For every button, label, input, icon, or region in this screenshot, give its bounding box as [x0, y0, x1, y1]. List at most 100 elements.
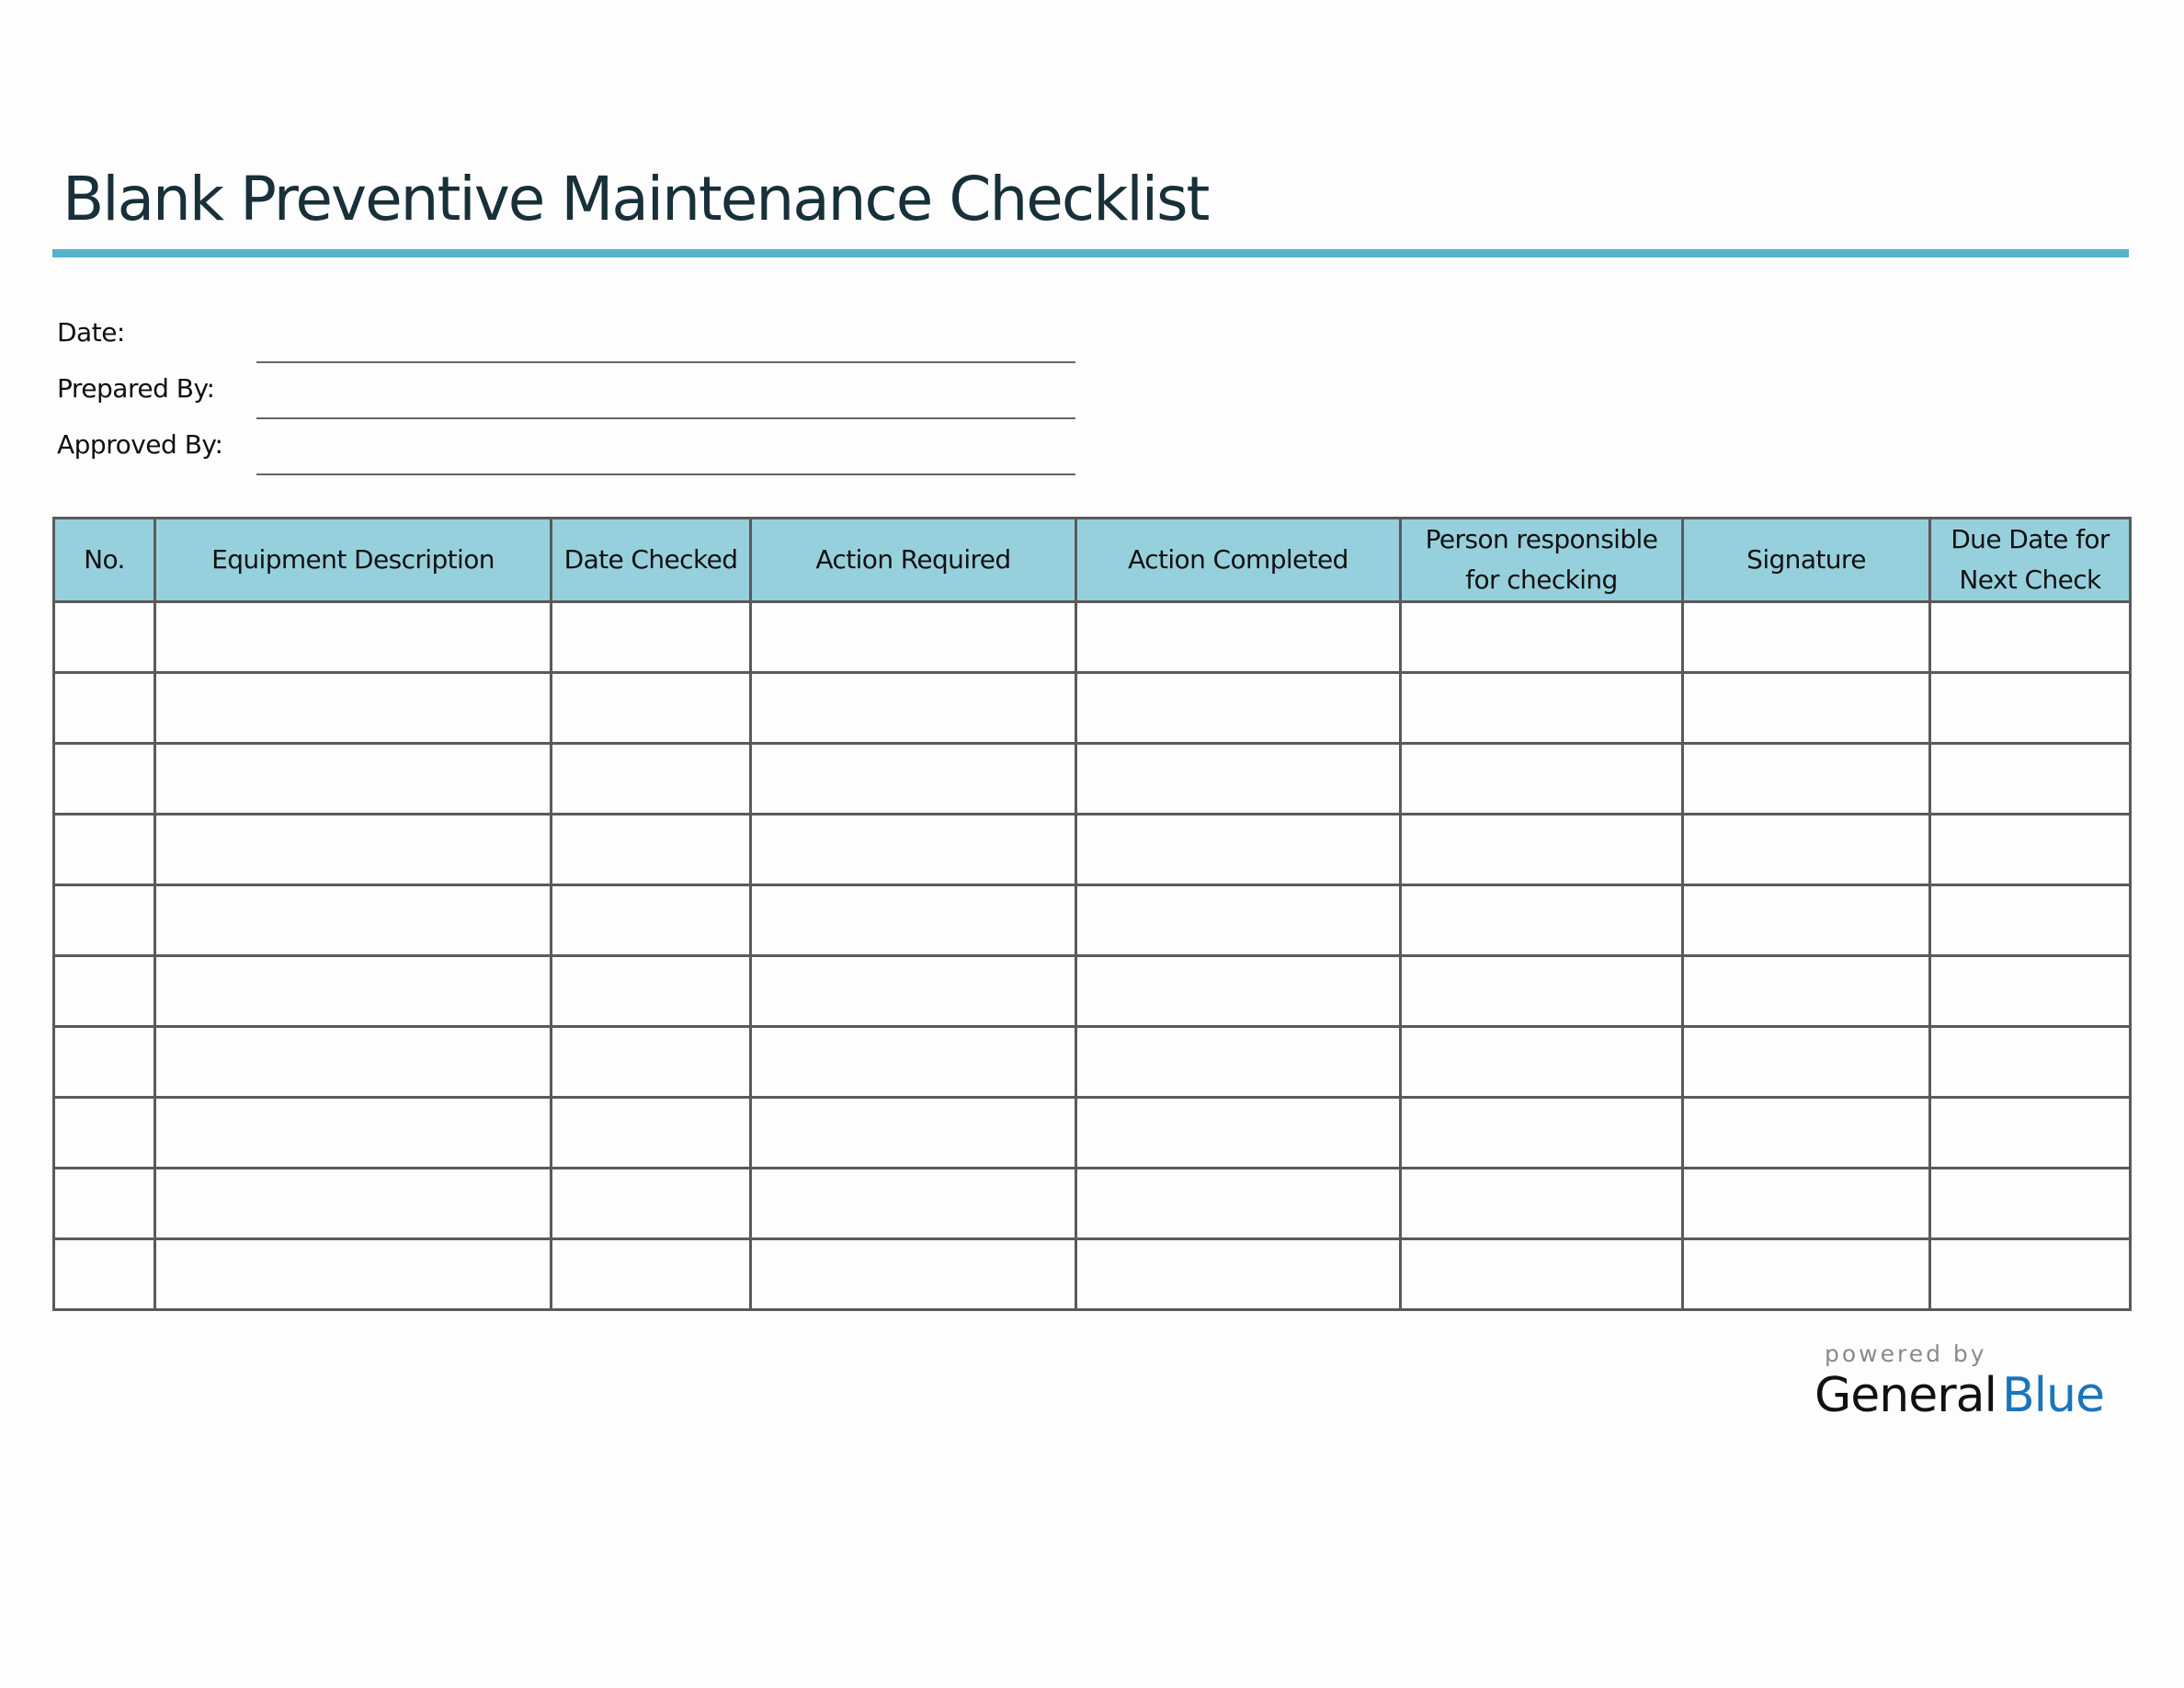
cell-action-required[interactable]	[749, 671, 1077, 745]
cell-date-checked[interactable]	[550, 954, 752, 1028]
cell-person-responsible[interactable]	[1399, 954, 1684, 1028]
cell-action-completed[interactable]	[1075, 1167, 1402, 1240]
cell-signature[interactable]	[1681, 671, 1931, 745]
cell-person-responsible[interactable]	[1399, 813, 1684, 886]
cell-equipment-description[interactable]	[154, 742, 552, 815]
checklist-table: No. Equipment Description Date Checked A…	[52, 517, 2132, 1311]
cell-action-required[interactable]	[749, 884, 1077, 957]
cell-due-date[interactable]	[1928, 600, 2132, 674]
cell-signature[interactable]	[1681, 742, 1931, 815]
table-row	[52, 600, 2132, 674]
cell-person-responsible[interactable]	[1399, 1167, 1684, 1240]
cell-action-completed[interactable]	[1075, 671, 1402, 745]
date-label: Date:	[57, 317, 125, 348]
cell-date-checked[interactable]	[550, 1096, 752, 1169]
cell-action-completed[interactable]	[1075, 954, 1402, 1028]
cell-signature[interactable]	[1681, 813, 1931, 886]
cell-date-checked[interactable]	[550, 742, 752, 815]
cell-signature[interactable]	[1681, 1167, 1931, 1240]
cell-date-checked[interactable]	[550, 1025, 752, 1099]
cell-date-checked[interactable]	[550, 1237, 752, 1311]
cell-no[interactable]	[52, 813, 156, 886]
cell-equipment-description[interactable]	[154, 954, 552, 1028]
table-row	[52, 1167, 2132, 1240]
cell-equipment-description[interactable]	[154, 1025, 552, 1099]
cell-action-required[interactable]	[749, 600, 1077, 674]
cell-action-completed[interactable]	[1075, 1237, 1402, 1311]
cell-person-responsible[interactable]	[1399, 1025, 1684, 1099]
cell-date-checked[interactable]	[550, 600, 752, 674]
cell-date-checked[interactable]	[550, 1167, 752, 1240]
table-row	[52, 742, 2132, 815]
cell-no[interactable]	[52, 1096, 156, 1169]
prepared-by-label: Prepared By:	[57, 373, 215, 404]
cell-no[interactable]	[52, 1025, 156, 1099]
cell-action-completed[interactable]	[1075, 1096, 1402, 1169]
header-due-date: Due Date for Next Check	[1928, 517, 2132, 603]
table-row	[52, 813, 2132, 886]
cell-signature[interactable]	[1681, 954, 1931, 1028]
cell-equipment-description[interactable]	[154, 1167, 552, 1240]
cell-action-required[interactable]	[749, 1025, 1077, 1099]
cell-due-date[interactable]	[1928, 742, 2132, 815]
header-equipment-description: Equipment Description	[154, 517, 552, 603]
page-title: Blank Preventive Maintenance Checklist	[63, 164, 1210, 234]
table-row	[52, 954, 2132, 1028]
cell-no[interactable]	[52, 742, 156, 815]
approved-by-field[interactable]	[256, 473, 1075, 475]
cell-no[interactable]	[52, 600, 156, 674]
brand-general: General	[1814, 1368, 1997, 1423]
cell-signature[interactable]	[1681, 600, 1931, 674]
cell-no[interactable]	[52, 1237, 156, 1311]
cell-equipment-description[interactable]	[154, 884, 552, 957]
cell-person-responsible[interactable]	[1399, 742, 1684, 815]
cell-due-date[interactable]	[1928, 1167, 2132, 1240]
table-row	[52, 884, 2132, 957]
date-field[interactable]	[256, 361, 1075, 363]
cell-action-completed[interactable]	[1075, 813, 1402, 886]
prepared-by-field[interactable]	[256, 417, 1075, 419]
cell-no[interactable]	[52, 884, 156, 957]
cell-no[interactable]	[52, 671, 156, 745]
header-action-required: Action Required	[749, 517, 1077, 603]
title-divider	[52, 249, 2129, 257]
cell-due-date[interactable]	[1928, 1025, 2132, 1099]
cell-action-required[interactable]	[749, 742, 1077, 815]
cell-equipment-description[interactable]	[154, 600, 552, 674]
cell-action-required[interactable]	[749, 954, 1077, 1028]
cell-date-checked[interactable]	[550, 813, 752, 886]
cell-due-date[interactable]	[1928, 1096, 2132, 1169]
cell-person-responsible[interactable]	[1399, 671, 1684, 745]
cell-no[interactable]	[52, 1167, 156, 1240]
cell-no[interactable]	[52, 954, 156, 1028]
cell-date-checked[interactable]	[550, 671, 752, 745]
cell-action-completed[interactable]	[1075, 884, 1402, 957]
cell-equipment-description[interactable]	[154, 1096, 552, 1169]
cell-equipment-description[interactable]	[154, 671, 552, 745]
cell-date-checked[interactable]	[550, 884, 752, 957]
table-row	[52, 1237, 2132, 1311]
header-signature: Signature	[1681, 517, 1931, 603]
cell-due-date[interactable]	[1928, 671, 2132, 745]
cell-equipment-description[interactable]	[154, 813, 552, 886]
cell-action-required[interactable]	[749, 1237, 1077, 1311]
cell-due-date[interactable]	[1928, 1237, 2132, 1311]
cell-signature[interactable]	[1681, 884, 1931, 957]
cell-signature[interactable]	[1681, 1096, 1931, 1169]
cell-equipment-description[interactable]	[154, 1237, 552, 1311]
cell-action-required[interactable]	[749, 813, 1077, 886]
cell-action-required[interactable]	[749, 1167, 1077, 1240]
cell-action-required[interactable]	[749, 1096, 1077, 1169]
cell-person-responsible[interactable]	[1399, 1237, 1684, 1311]
cell-due-date[interactable]	[1928, 813, 2132, 886]
cell-action-completed[interactable]	[1075, 600, 1402, 674]
cell-signature[interactable]	[1681, 1025, 1931, 1099]
cell-person-responsible[interactable]	[1399, 600, 1684, 674]
cell-due-date[interactable]	[1928, 954, 2132, 1028]
cell-person-responsible[interactable]	[1399, 1096, 1684, 1169]
cell-person-responsible[interactable]	[1399, 884, 1684, 957]
cell-action-completed[interactable]	[1075, 742, 1402, 815]
cell-due-date[interactable]	[1928, 884, 2132, 957]
cell-action-completed[interactable]	[1075, 1025, 1402, 1099]
cell-signature[interactable]	[1681, 1237, 1931, 1311]
